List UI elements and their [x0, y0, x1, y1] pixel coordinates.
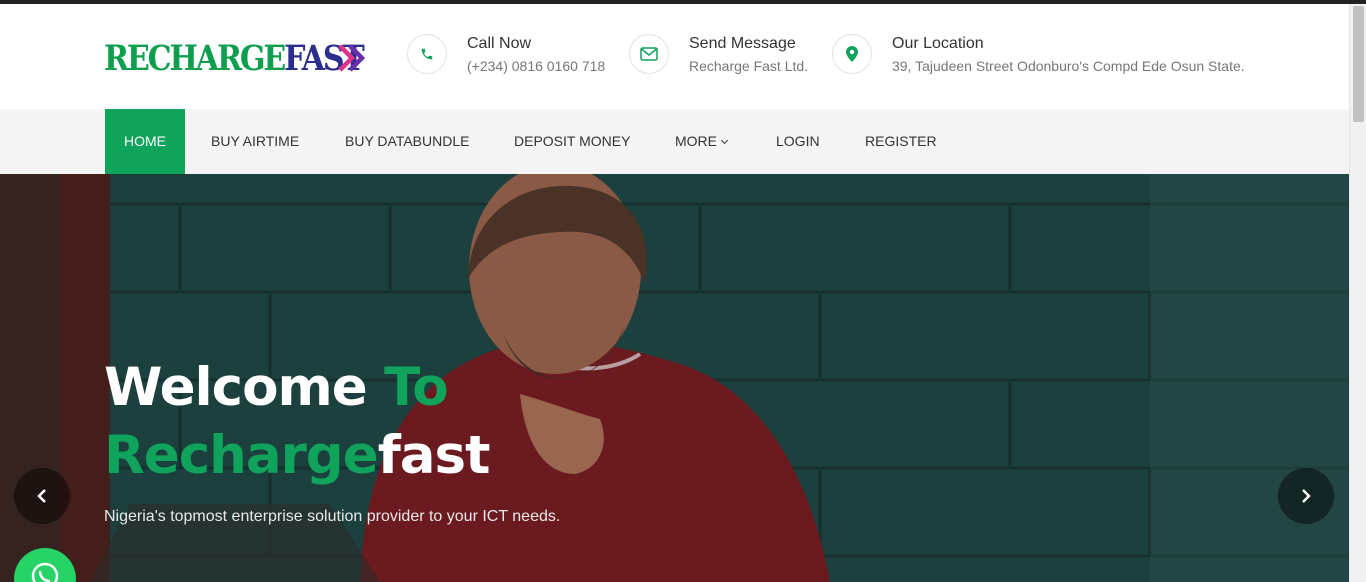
slider-next-button[interactable]	[1278, 468, 1334, 524]
scrollbar-thumb[interactable]	[1353, 6, 1364, 122]
main-nav: HOME BUY AIRTIME BUY DATABUNDLE DEPOSIT …	[0, 109, 1349, 174]
chevron-down-icon	[720, 136, 729, 145]
nav-buy-airtime[interactable]: BUY AIRTIME	[211, 109, 299, 174]
hero-slider: Welcome To Rechargefast Nigeria's topmos…	[0, 174, 1349, 582]
chevron-left-icon	[37, 489, 46, 503]
nav-login[interactable]: LOGIN	[776, 109, 820, 174]
contact-title: Call Now	[467, 35, 532, 52]
nav-home[interactable]: HOME	[105, 109, 185, 174]
contact-title: Our Location	[892, 35, 984, 52]
chevron-right-icon	[1302, 489, 1311, 503]
whatsapp-icon	[31, 562, 59, 582]
page-scrollbar[interactable]	[1349, 4, 1366, 582]
hero-subtitle: Nigeria's topmost enterprise solution pr…	[104, 508, 561, 525]
hero-title-fast: fast	[377, 425, 491, 486]
hero-title-to: To	[384, 357, 449, 418]
hero-title: Welcome To Rechargefast	[104, 354, 491, 490]
site-logo[interactable]: RECHARGEFAST	[104, 38, 405, 78]
nav-more[interactable]: MORE	[675, 109, 729, 174]
hero-title-recharge: Recharge	[104, 425, 379, 486]
logo-arrows-icon	[338, 44, 366, 72]
phone-icon	[407, 34, 447, 74]
hero-title-welcome: Welcome	[104, 357, 385, 418]
map-pin-icon	[832, 34, 872, 74]
logo-wordmark: RECHARGEFAST	[104, 37, 365, 79]
contact-title: Send Message	[689, 35, 796, 52]
site-header: RECHARGEFAST Call Now (+234) 0816 0160 7…	[0, 4, 1349, 109]
slider-prev-button[interactable]	[14, 468, 70, 524]
contact-location: Our Location 39, Tajudeen Street Odonbur…	[832, 34, 1245, 76]
envelope-icon	[629, 34, 669, 74]
contact-detail: (+234) 0816 0160 718	[467, 58, 606, 74]
contact-detail: Recharge Fast Ltd.	[689, 58, 809, 74]
nav-deposit-money[interactable]: DEPOSIT MONEY	[514, 109, 630, 174]
nav-buy-databundle[interactable]: BUY DATABUNDLE	[345, 109, 469, 174]
contact-call: Call Now (+234) 0816 0160 718	[407, 34, 605, 76]
nav-more-label: MORE	[675, 133, 717, 149]
nav-register[interactable]: REGISTER	[865, 109, 937, 174]
contact-message: Send Message Recharge Fast Ltd.	[629, 34, 808, 76]
contact-detail: 39, Tajudeen Street Odonburo's Compd Ede…	[892, 58, 1245, 74]
